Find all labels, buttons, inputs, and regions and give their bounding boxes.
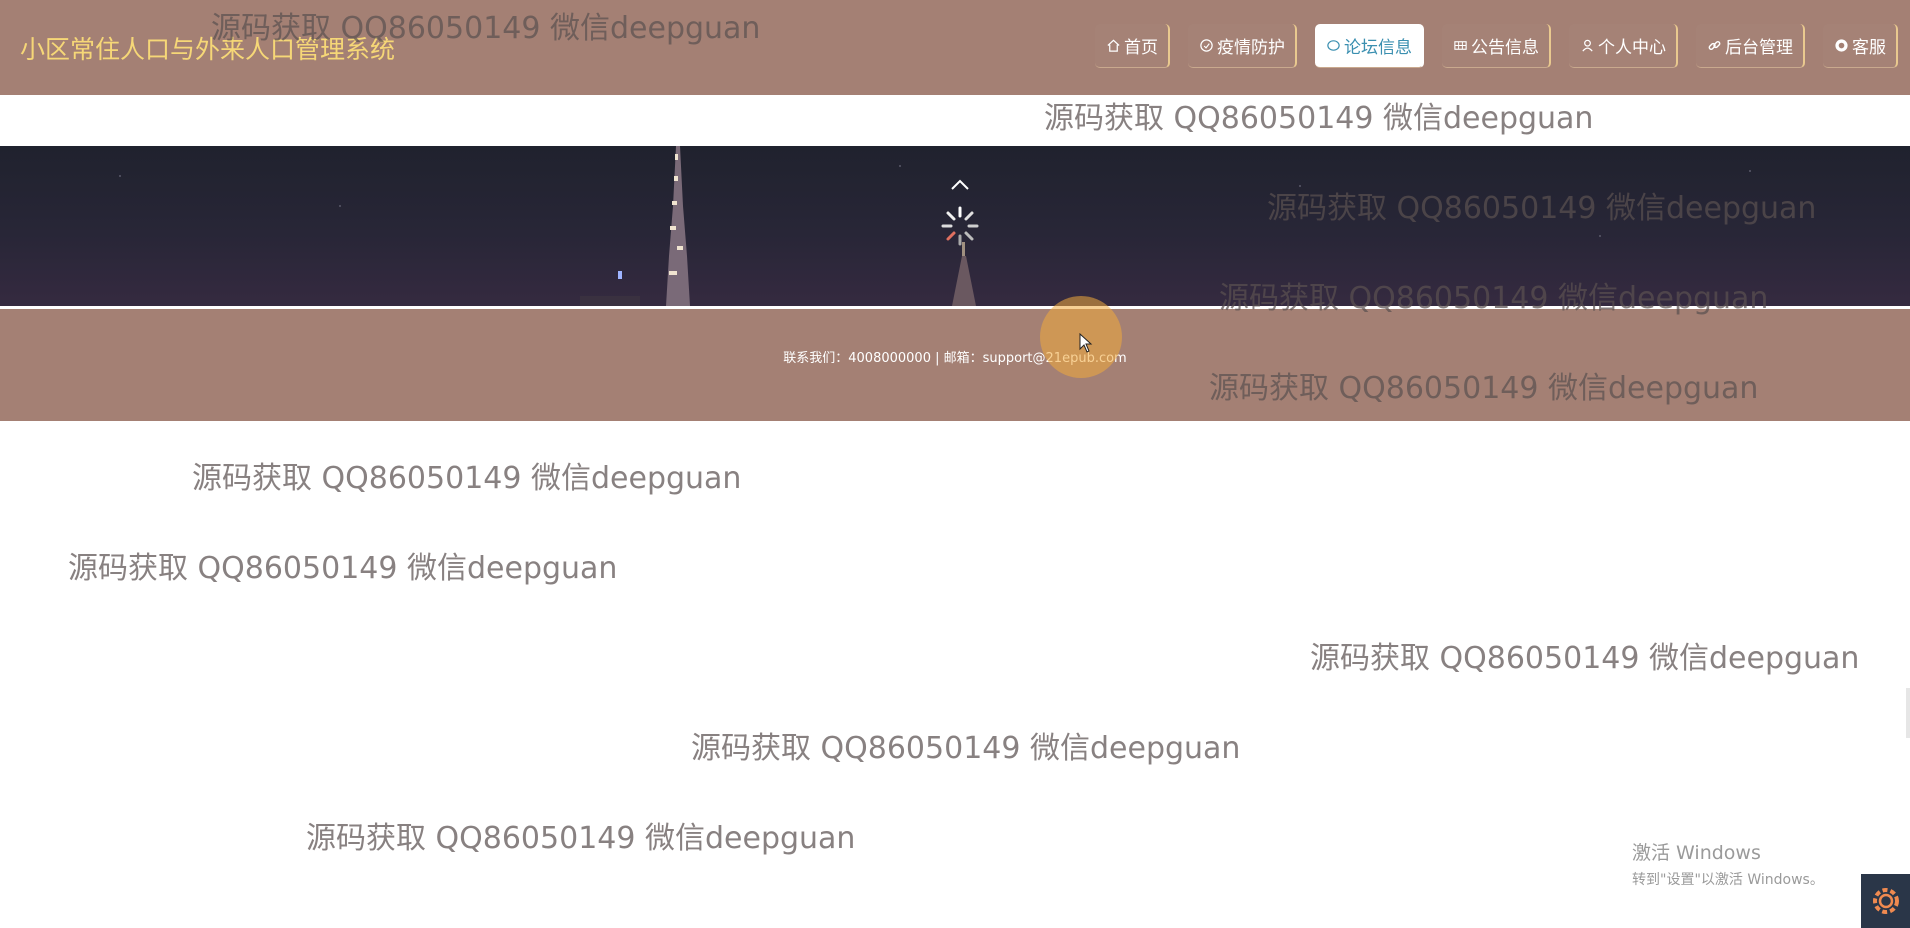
nav-item-epidemic[interactable]: 疫情防护 (1188, 24, 1297, 68)
nav-label: 客服 (1852, 38, 1886, 58)
watermark-text: 源码获取 QQ86050149 微信deepguan (306, 821, 856, 856)
nav-item-notice[interactable]: 公告信息 (1442, 24, 1551, 68)
watermark-text: 源码获取 QQ86050149 微信deepguan (691, 731, 1241, 766)
windows-activation-notice: 激活 Windows 转到"设置"以激活 Windows。 (1632, 838, 1824, 889)
watermark-text: 源码获取 QQ86050149 微信deepguan (1209, 371, 1759, 406)
chat-icon (1325, 38, 1341, 54)
nav-label: 个人中心 (1598, 38, 1666, 58)
watermark-text: 源码获取 QQ86050149 微信deepguan (1044, 101, 1594, 136)
activation-title: 激活 Windows (1632, 842, 1761, 864)
chevron-up-icon (951, 179, 969, 190)
mouse-cursor-icon (1079, 332, 1093, 357)
activation-subtitle: 转到"设置"以激活 Windows。 (1632, 872, 1824, 888)
watermark-text: 源码获取 QQ86050149 微信deepguan (192, 461, 742, 496)
watermark-text: 源码获取 QQ86050149 微信deepguan (1267, 191, 1817, 226)
gear-icon (1872, 888, 1899, 914)
nav-item-home[interactable]: 首页 (1095, 24, 1170, 68)
grid-icon (1452, 38, 1468, 54)
link-icon (1706, 38, 1722, 54)
watermark-text: 源码获取 QQ86050149 微信deepguan (1310, 641, 1860, 676)
watermark-text: 源码获取 QQ86050149 微信deepguan (1219, 281, 1769, 316)
settings-widget-button[interactable] (1861, 874, 1910, 928)
watermark-text: 源码获取 QQ86050149 微信deepguan (68, 551, 618, 586)
nav-label: 论坛信息 (1344, 38, 1412, 58)
nav-label: 首页 (1124, 38, 1158, 58)
nav-item-service[interactable]: 客服 (1823, 24, 1898, 68)
nav-label: 疫情防护 (1217, 38, 1285, 58)
nav-item-profile[interactable]: 个人中心 (1569, 24, 1678, 68)
nav-item-forum[interactable]: 论坛信息 (1315, 24, 1424, 68)
home-icon (1105, 38, 1121, 54)
nav-label: 后台管理 (1725, 38, 1793, 58)
support-icon (1833, 38, 1849, 54)
nav-label: 公告信息 (1471, 38, 1539, 58)
user-icon (1579, 38, 1595, 54)
content-gap (0, 95, 1910, 146)
shield-icon (1198, 38, 1214, 54)
nav-item-admin[interactable]: 后台管理 (1696, 24, 1805, 68)
spinner-icon (941, 206, 979, 246)
watermark-text: 源码获取 QQ86050149 微信deepguan (211, 11, 761, 46)
main-nav: 首页 疫情防护 论坛信息 公告信息 个人中心 后台管理 客服 (1095, 24, 1898, 68)
scrollbar-edge[interactable] (1906, 688, 1910, 738)
